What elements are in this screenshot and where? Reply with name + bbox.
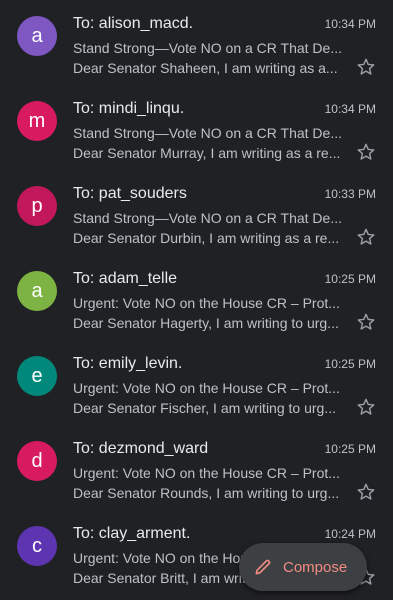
email-row[interactable]: d To: dezmond_ward 10:25 PM Urgent: Vote… (0, 425, 393, 510)
star-outline-icon[interactable] (355, 141, 377, 163)
star-outline-icon[interactable] (355, 56, 377, 78)
subject: Stand Strong—Vote NO on a CR That De... (73, 125, 342, 141)
recipient: To: emily_levin. (73, 355, 183, 372)
email-row[interactable]: e To: emily_levin. 10:25 PM Urgent: Vote… (0, 340, 393, 425)
timestamp: 10:25 PM (324, 357, 376, 371)
recipient: To: mindi_linqu. (73, 100, 185, 117)
snippet: Dear Senator Durbin, I am writing as a r… (73, 230, 340, 246)
star-outline-icon[interactable] (355, 396, 377, 418)
email-row[interactable]: p To: pat_souders 10:33 PM Stand Strong—… (0, 170, 393, 255)
email-row[interactable]: a To: adam_telle 10:25 PM Urgent: Vote N… (0, 255, 393, 340)
avatar[interactable]: m (17, 101, 57, 141)
avatar[interactable]: e (17, 356, 57, 396)
recipient: To: clay_arment. (73, 525, 191, 542)
timestamp: 10:25 PM (324, 442, 376, 456)
snippet: Dear Senator Fischer, I am writing to ur… (73, 400, 336, 416)
subject: Urgent: Vote NO on the House CR – Prot..… (73, 380, 340, 396)
avatar[interactable]: c (17, 526, 57, 566)
subject: Stand Strong—Vote NO on a CR That De... (73, 40, 342, 56)
timestamp: 10:33 PM (324, 187, 376, 201)
snippet: Dear Senator Hagerty, I am writing to ur… (73, 315, 339, 331)
avatar[interactable]: a (17, 16, 57, 56)
snippet: Dear Senator Murray, I am writing as a r… (73, 145, 341, 161)
compose-button[interactable]: Compose (239, 543, 367, 591)
avatar[interactable]: d (17, 441, 57, 481)
recipient: To: alison_macd. (73, 15, 194, 32)
star-outline-icon[interactable] (355, 481, 377, 503)
recipient: To: pat_souders (73, 185, 187, 202)
star-outline-icon[interactable] (355, 226, 377, 248)
pencil-icon (253, 557, 273, 577)
subject: Urgent: Vote NO on the House CR – Prot..… (73, 295, 340, 311)
avatar[interactable]: p (17, 186, 57, 226)
star-outline-icon[interactable] (355, 311, 377, 333)
subject: Stand Strong—Vote NO on a CR That De... (73, 210, 342, 226)
timestamp: 10:24 PM (324, 527, 376, 541)
email-row[interactable]: m To: mindi_linqu. 10:34 PM Stand Strong… (0, 85, 393, 170)
avatar[interactable]: a (17, 271, 57, 311)
timestamp: 10:34 PM (324, 17, 376, 31)
email-row[interactable]: a To: alison_macd. 10:34 PM Stand Strong… (0, 0, 393, 85)
timestamp: 10:25 PM (324, 272, 376, 286)
recipient: To: dezmond_ward (73, 440, 209, 457)
compose-label: Compose (283, 558, 348, 576)
subject: Urgent: Vote NO on the House CR – Prot..… (73, 465, 340, 481)
snippet: Dear Senator Shaheen, I am writing as a.… (73, 60, 338, 76)
snippet: Dear Senator Rounds, I am writing to urg… (73, 485, 340, 501)
timestamp: 10:34 PM (324, 102, 376, 116)
recipient: To: adam_telle (73, 270, 178, 287)
